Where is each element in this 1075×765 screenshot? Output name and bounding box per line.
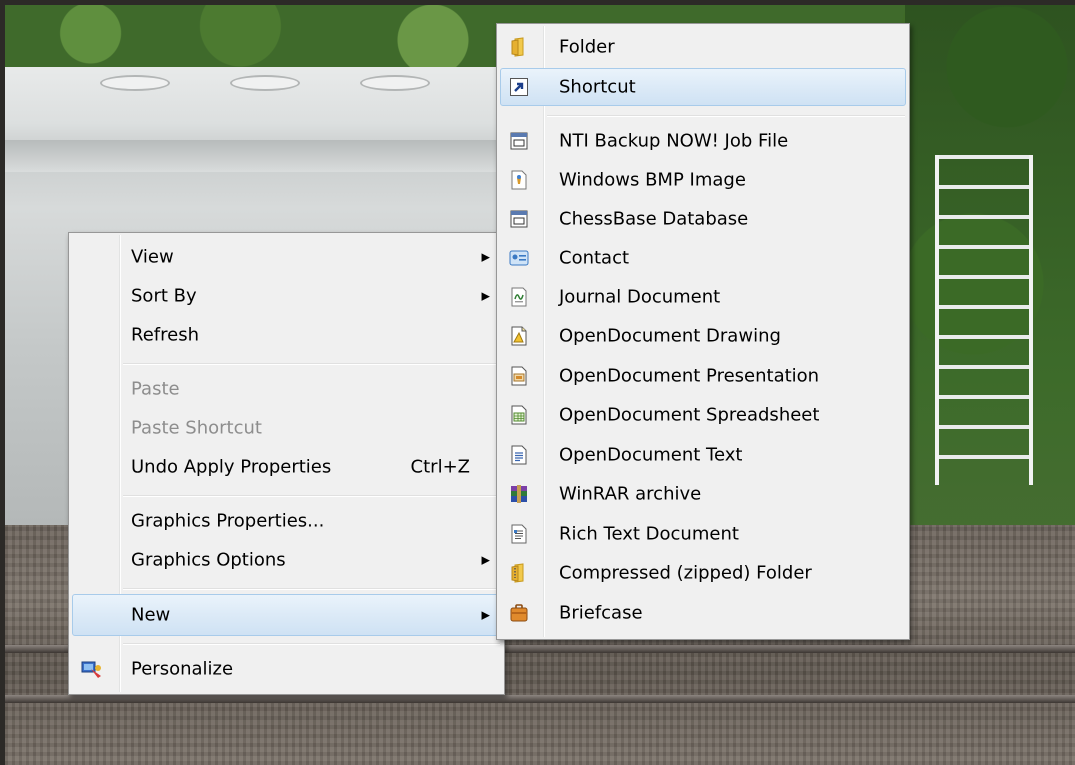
menu-item-label: Paste Shortcut: [131, 417, 262, 439]
submenu-item-winrar-archive[interactable]: WinRAR archive: [500, 475, 906, 513]
menu-item-view[interactable]: View ▶: [72, 239, 501, 275]
submenu-item-journal-document[interactable]: Journal Document: [500, 278, 906, 316]
menu-item-label: OpenDocument Text: [559, 444, 743, 466]
opendocument-drawing-icon: [509, 326, 529, 346]
menu-item-label: NTI Backup NOW! Job File: [559, 130, 789, 152]
submenu-arrow-icon: ▶: [481, 250, 490, 264]
journal-document-icon: [509, 287, 529, 307]
keyboard-shortcut: Ctrl+Z: [410, 456, 470, 478]
folder-icon: [509, 37, 529, 57]
menu-item-label: OpenDocument Presentation: [559, 365, 820, 387]
menu-item-label: Refresh: [131, 324, 199, 346]
menu-item-label: Shortcut: [559, 76, 636, 98]
menu-item-label: ChessBase Database: [559, 208, 749, 230]
submenu-item-chessbase-database[interactable]: ChessBase Database: [500, 200, 906, 238]
submenu-item-windows-bmp-image[interactable]: Windows BMP Image: [500, 161, 906, 199]
menu-item-graphics-options[interactable]: Graphics Options ▶: [72, 542, 501, 578]
nti-backup-file-icon: [509, 131, 529, 151]
menu-item-label: New: [131, 604, 171, 626]
menu-separator: [123, 495, 500, 497]
briefcase-icon: [509, 603, 529, 623]
submenu-item-opendocument-presentation[interactable]: OpenDocument Presentation: [500, 357, 906, 395]
opendocument-presentation-icon: [509, 366, 529, 386]
menu-item-paste[interactable]: Paste: [72, 371, 501, 407]
submenu-arrow-icon: ▶: [481, 289, 490, 303]
submenu-item-nti-backup-job-file[interactable]: NTI Backup NOW! Job File: [500, 122, 906, 160]
submenu-item-folder[interactable]: Folder: [500, 28, 906, 66]
menu-item-label: Contact: [559, 247, 630, 269]
shortcut-icon: [509, 77, 529, 97]
desktop-context-menu: View ▶ Sort By ▶ Refresh Paste Paste Sho…: [68, 232, 505, 695]
menu-item-label: Folder: [559, 36, 615, 58]
menu-item-refresh[interactable]: Refresh: [72, 317, 501, 353]
background-hatch: [360, 75, 430, 91]
menu-item-label: Paste: [131, 378, 180, 400]
personalize-icon: [81, 659, 101, 679]
menu-item-label: Graphics Options: [131, 549, 286, 571]
background-ladder: [935, 155, 1033, 485]
submenu-arrow-icon: ▶: [481, 553, 490, 567]
background-hatch: [100, 75, 170, 91]
menu-separator: [123, 643, 500, 645]
submenu-item-compressed-zipped-folder[interactable]: Compressed (zipped) Folder: [500, 554, 906, 592]
menu-item-undo-apply-properties[interactable]: Undo Apply Properties Ctrl+Z: [72, 449, 501, 485]
zipped-folder-icon: [509, 563, 529, 583]
bmp-image-icon: [509, 170, 529, 190]
menu-item-label: Sort By: [131, 285, 197, 307]
menu-item-sort-by[interactable]: Sort By ▶: [72, 278, 501, 314]
winrar-archive-icon: [509, 484, 529, 504]
opendocument-text-icon: [509, 445, 529, 465]
rich-text-document-icon: [509, 524, 529, 544]
menu-item-label: Briefcase: [559, 602, 643, 624]
menu-item-label: Windows BMP Image: [559, 169, 746, 191]
menu-item-graphics-properties[interactable]: Graphics Properties...: [72, 503, 501, 539]
background-hatch: [230, 75, 300, 91]
menu-separator: [547, 115, 905, 117]
chessbase-database-icon: [509, 209, 529, 229]
menu-item-label: Compressed (zipped) Folder: [559, 562, 812, 584]
menu-item-label: Undo Apply Properties: [131, 456, 332, 478]
opendocument-spreadsheet-icon: [509, 405, 529, 425]
menu-item-label: OpenDocument Spreadsheet: [559, 404, 820, 426]
submenu-item-opendocument-drawing[interactable]: OpenDocument Drawing: [500, 317, 906, 355]
submenu-item-opendocument-text[interactable]: OpenDocument Text: [500, 436, 906, 474]
contact-icon: [509, 248, 529, 268]
submenu-item-briefcase[interactable]: Briefcase: [500, 594, 906, 632]
background-rail: [5, 695, 1075, 703]
menu-item-paste-shortcut[interactable]: Paste Shortcut: [72, 410, 501, 446]
menu-item-label: Journal Document: [559, 286, 721, 308]
menu-separator: [123, 588, 500, 590]
menu-item-label: OpenDocument Drawing: [559, 325, 781, 347]
submenu-item-shortcut[interactable]: Shortcut: [500, 68, 906, 106]
submenu-arrow-icon: ▶: [481, 608, 490, 622]
menu-item-label: Graphics Properties...: [131, 510, 325, 532]
menu-item-label: View: [131, 246, 174, 268]
menu-separator: [123, 363, 500, 365]
menu-item-label: WinRAR archive: [559, 483, 702, 505]
menu-item-personalize[interactable]: Personalize: [72, 650, 501, 688]
menu-item-label: Rich Text Document: [559, 523, 739, 545]
menu-item-label: Personalize: [131, 658, 234, 680]
new-submenu: Folder Shortcut NTI Backup NOW! Job File: [496, 23, 910, 640]
submenu-item-contact[interactable]: Contact: [500, 239, 906, 277]
submenu-item-rich-text-document[interactable]: Rich Text Document: [500, 515, 906, 553]
submenu-item-opendocument-spreadsheet[interactable]: OpenDocument Spreadsheet: [500, 396, 906, 434]
menu-item-new[interactable]: New ▶: [72, 594, 501, 636]
